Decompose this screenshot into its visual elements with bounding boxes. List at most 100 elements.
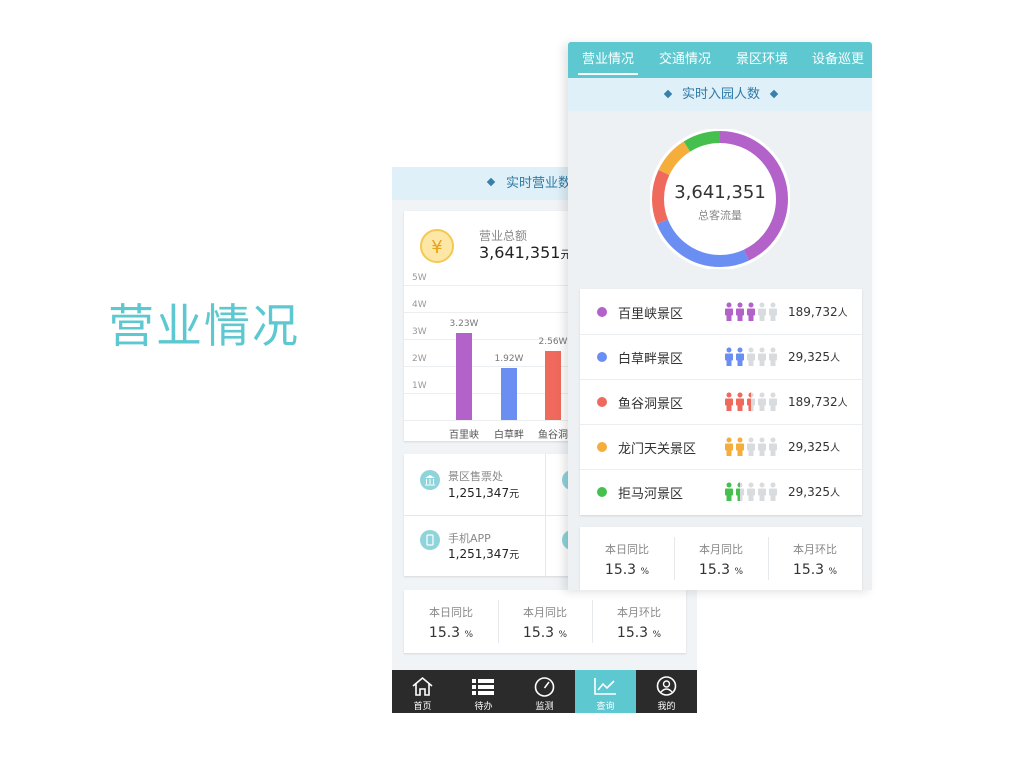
bar[interactable] (501, 368, 517, 420)
bar-category-label: 白草畔 (494, 430, 524, 441)
spot-visitor-count: 29,325人 (788, 440, 840, 454)
ratio-day-yoy: 本日同比 15.3 % (404, 590, 498, 653)
person-icon (736, 392, 744, 411)
person-icon (747, 392, 755, 411)
ratio-value: 15.3 % (616, 625, 662, 641)
diamond-icon (663, 89, 673, 99)
sales-value: 1,251,347元 (448, 547, 520, 561)
ratio-label: 本月同比 (523, 606, 567, 619)
person-icon (769, 437, 777, 456)
person-icon (758, 347, 766, 366)
visitor-ratio-card: 本日同比 15.3 % 本月同比 15.3 % 本月环比 15.3 % (580, 527, 862, 590)
diamond-icon (769, 89, 779, 99)
spot-color-dot (597, 442, 607, 452)
ratio-value: 15.3 % (522, 625, 568, 641)
person-icon (769, 482, 777, 501)
bar-category-label: 鱼谷洞 (538, 430, 568, 441)
spot-color-dot (597, 487, 607, 497)
yen-icon: ¥ (420, 229, 454, 263)
home-icon (392, 675, 453, 697)
ratio-label: 本月环比 (617, 606, 661, 619)
bar-value-label: 3.23W (449, 318, 479, 329)
spot-color-dot (597, 397, 607, 407)
tab-traffic[interactable]: 交通情况 (659, 42, 711, 78)
person-icon (747, 437, 755, 456)
ratio-label: 本月同比 (699, 543, 743, 556)
realtime-visitors-title: 实时入园人数 (682, 87, 761, 102)
people-icon-group (725, 437, 777, 456)
sales-label: 手机APP (448, 532, 491, 545)
y-tick-label: 5W (412, 273, 427, 283)
spot-name: 白草畔景区 (618, 352, 684, 367)
person-icon (758, 437, 766, 456)
tab-home[interactable]: 首页 (392, 670, 453, 713)
scenic-spot-list: 百里峡景区 189,732人 白草畔景区 29,325人 鱼谷洞景区 189,732人 龙门… (580, 289, 862, 515)
person-icon (769, 392, 777, 411)
spot-visitor-count: 29,325人 (788, 350, 840, 364)
spot-visitor-count: 189,732人 (788, 395, 848, 409)
tab-business[interactable]: 营业情况 (577, 42, 639, 78)
people-icon-group (725, 347, 777, 366)
person-icon (736, 482, 744, 501)
tab-monitor[interactable]: 监测 (514, 670, 575, 713)
person-icon (769, 347, 777, 366)
person-icon (769, 302, 777, 321)
diamond-icon (486, 177, 496, 187)
chart-icon (575, 675, 636, 697)
user-icon (636, 675, 697, 697)
tab-patrol[interactable]: 设备巡更 (812, 42, 864, 78)
spot-row[interactable]: 百里峡景区 189,732人 (580, 289, 862, 334)
page-heading: 营业情况 (108, 299, 300, 353)
person-icon (747, 302, 755, 321)
revenue-value: 3,641,351元 (479, 243, 572, 262)
building-icon (420, 470, 440, 490)
ratio-value: 15.3 % (428, 625, 474, 641)
ratio-month-mom: 本月环比 15.3 % (768, 527, 862, 590)
sales-label: 景区售票处 (448, 470, 503, 483)
person-icon (725, 347, 733, 366)
y-tick-label: 3W (412, 327, 427, 337)
y-tick-label: 2W (412, 354, 427, 364)
person-icon (736, 347, 744, 366)
bottom-tab-bar: 首页 待办 监测 查询 我的 (392, 670, 697, 713)
spot-row[interactable]: 鱼谷洞景区 189,732人 (580, 379, 862, 424)
ratio-month-yoy: 本月同比 15.3 % (674, 527, 768, 590)
tab-label: 我的 (657, 702, 676, 712)
spot-row[interactable]: 拒马河景区 29,325人 (580, 469, 862, 514)
tab-query[interactable]: 查询 (575, 670, 636, 713)
spot-color-dot (597, 307, 607, 317)
realtime-visitors-header: 实时入园人数 (568, 78, 872, 111)
revenue-ratio-card: 本日同比 15.3 % 本月同比 15.3 % 本月环比 15.3 % (404, 590, 686, 653)
spot-row[interactable]: 龙门天关景区 29,325人 (580, 424, 862, 469)
gauge-icon (514, 675, 575, 697)
spot-color-dot (597, 352, 607, 362)
ratio-value: 15.3 % (604, 562, 650, 578)
tab-environment[interactable]: 景区环境 (736, 42, 788, 78)
ratio-label: 本日同比 (605, 543, 649, 556)
spot-visitor-count: 189,732人 (788, 305, 848, 319)
spot-name: 龙门天关景区 (618, 442, 697, 457)
phone-icon (420, 530, 440, 550)
spot-name: 鱼谷洞景区 (618, 397, 684, 412)
realtime-revenue-title: 实时营业数 (506, 176, 572, 191)
top-tab-bar: 营业情况 交通情况 景区环境 设备巡更 (568, 42, 872, 78)
ratio-label: 本月环比 (793, 543, 837, 556)
person-icon (736, 437, 744, 456)
bar[interactable] (456, 332, 472, 420)
ratio-day-yoy: 本日同比 15.3 % (580, 527, 674, 590)
ratio-month-mom: 本月环比 15.3 % (592, 590, 686, 653)
person-icon (725, 392, 733, 411)
person-icon (758, 392, 766, 411)
spot-name: 拒马河景区 (618, 487, 684, 502)
tab-todo[interactable]: 待办 (453, 670, 514, 713)
ratio-value: 15.3 % (698, 562, 744, 578)
spot-row[interactable]: 白草畔景区 29,325人 (580, 334, 862, 379)
person-icon (758, 482, 766, 501)
total-visitors-value: 3,641,351 (674, 182, 766, 203)
sales-value: 1,251,347元 (448, 486, 520, 500)
bar[interactable] (545, 350, 561, 420)
ratio-label: 本日同比 (429, 606, 473, 619)
ratio-month-yoy: 本月同比 15.3 % (498, 590, 592, 653)
people-icon-group (725, 482, 777, 501)
tab-profile[interactable]: 我的 (636, 670, 697, 713)
